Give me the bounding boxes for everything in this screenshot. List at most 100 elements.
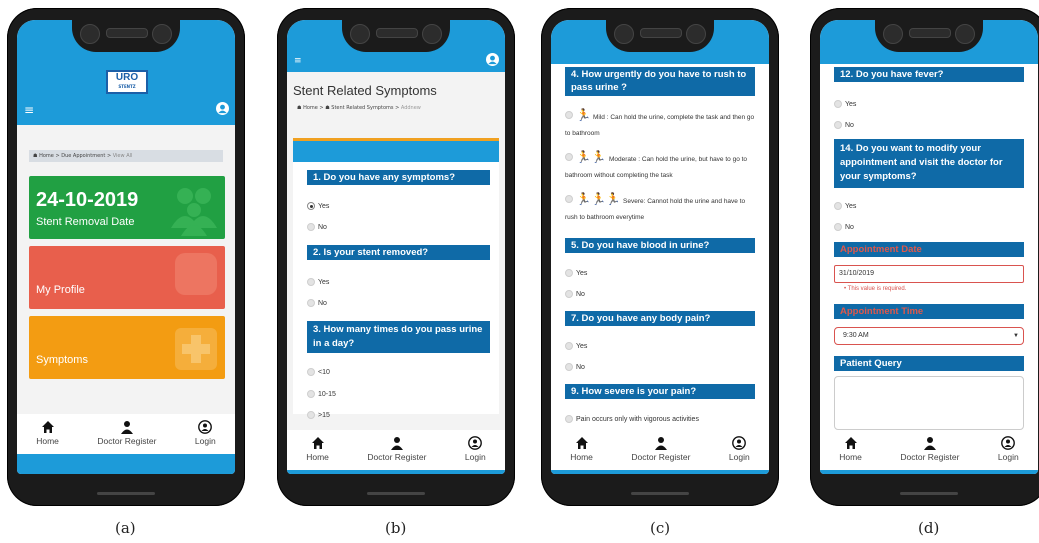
radio[interactable] bbox=[565, 269, 573, 277]
patient-query-textarea[interactable] bbox=[834, 376, 1024, 430]
phone-notch bbox=[342, 14, 450, 52]
option-gt15[interactable]: >15 bbox=[307, 411, 330, 419]
menu-icon[interactable]: ≡ bbox=[294, 55, 302, 67]
crumb-view-all: View All bbox=[112, 153, 133, 159]
nav-home[interactable]: Home bbox=[36, 420, 59, 446]
radio[interactable] bbox=[307, 411, 315, 419]
option-no-q1[interactable]: No bbox=[307, 223, 327, 231]
tile-stent-removal[interactable]: 24-10-2019 Stent Removal Date bbox=[29, 176, 225, 239]
option-no-q2[interactable]: No bbox=[307, 299, 327, 307]
radio[interactable] bbox=[834, 100, 842, 108]
camera bbox=[80, 24, 100, 44]
radio[interactable] bbox=[307, 390, 315, 398]
bottom-nav: Home Doctor Register Login bbox=[820, 430, 1038, 470]
option-label: Yes bbox=[845, 202, 857, 210]
radio[interactable] bbox=[565, 342, 573, 350]
menu-icon[interactable]: ≡ bbox=[24, 104, 34, 116]
caption-d: (d) bbox=[918, 519, 940, 537]
selected-time: 9:30 AM bbox=[843, 332, 869, 339]
nav-doctor-register[interactable]: Doctor Register bbox=[367, 436, 426, 462]
nav-doctor-register[interactable]: Doctor Register bbox=[900, 436, 959, 462]
nav-doctor-register[interactable]: Doctor Register bbox=[97, 420, 156, 446]
doctor-icon bbox=[120, 421, 133, 434]
option-yes-q5[interactable]: Yes bbox=[565, 269, 587, 277]
question-14: 14. Do you want to modify your appointme… bbox=[834, 139, 1024, 188]
option-label: No bbox=[318, 223, 327, 231]
option-label: No bbox=[576, 290, 585, 298]
phone-notch bbox=[606, 14, 714, 52]
nav-login[interactable]: Login bbox=[195, 420, 216, 446]
page-title: Stent Related Symptoms bbox=[293, 83, 437, 98]
crumb-home[interactable]: Home bbox=[39, 153, 54, 159]
bottom-bar bbox=[551, 470, 769, 474]
speaker bbox=[909, 28, 951, 38]
crumb-sep: > bbox=[106, 153, 112, 159]
option-label: Pain occurs only with vigorous activitie… bbox=[576, 415, 699, 423]
nav-home[interactable]: Home bbox=[570, 436, 593, 462]
stent-removal-date: 24-10-2019 bbox=[36, 189, 139, 211]
user-avatar-icon[interactable] bbox=[486, 53, 499, 66]
radio[interactable] bbox=[834, 223, 842, 231]
option-yes-q12[interactable]: Yes bbox=[834, 100, 856, 108]
home-indicator bbox=[631, 492, 689, 495]
appointment-time-select[interactable]: 9:30 AM ▼ bbox=[834, 327, 1024, 345]
nav-home[interactable]: Home bbox=[306, 436, 329, 462]
option-label: No bbox=[576, 363, 585, 371]
option-yes-q14[interactable]: Yes bbox=[834, 202, 856, 210]
radio[interactable] bbox=[307, 368, 315, 376]
radio[interactable] bbox=[565, 290, 573, 298]
phone-d: 12. Do you have fever? Yes No 14. Do you… bbox=[810, 8, 1039, 506]
login-user-icon bbox=[198, 420, 213, 434]
option-no-q14[interactable]: No bbox=[834, 223, 854, 231]
appointment-time-label: Appointment Time bbox=[834, 304, 1024, 319]
camera bbox=[350, 24, 370, 44]
caption-b: (b) bbox=[385, 519, 407, 537]
nav-doctor-register[interactable]: Doctor Register bbox=[631, 436, 690, 462]
option-lt10[interactable]: <10 bbox=[307, 368, 330, 376]
radio[interactable] bbox=[307, 278, 315, 286]
radio[interactable] bbox=[307, 299, 315, 307]
option-label: >15 bbox=[318, 411, 330, 419]
nav-login[interactable]: Login bbox=[998, 436, 1019, 462]
login-user-icon bbox=[732, 436, 747, 450]
group-users-icon bbox=[171, 188, 217, 236]
doctor-icon bbox=[923, 437, 936, 450]
tile-my-profile[interactable]: My Profile bbox=[29, 246, 225, 309]
nav-home[interactable]: Home bbox=[839, 436, 862, 462]
radio[interactable] bbox=[565, 415, 573, 423]
option-label: No bbox=[318, 299, 327, 307]
speaker bbox=[106, 28, 148, 38]
crumb-addnew: Addnew bbox=[400, 105, 421, 111]
option-10-15[interactable]: 10-15 bbox=[307, 390, 336, 398]
radio[interactable] bbox=[307, 223, 315, 231]
option-no-q12[interactable]: No bbox=[834, 121, 854, 129]
option-no-q7[interactable]: No bbox=[565, 363, 585, 371]
app-logo: URO STENTZ bbox=[106, 70, 148, 94]
option-label: No bbox=[845, 223, 854, 231]
crumb-home[interactable]: Home bbox=[303, 105, 318, 111]
crumb-due-appointment[interactable]: Due Appointment bbox=[61, 153, 105, 159]
option-yes-q7[interactable]: Yes bbox=[565, 342, 587, 350]
option-yes-q2[interactable]: Yes bbox=[307, 278, 329, 286]
user-avatar-icon[interactable] bbox=[216, 102, 229, 115]
screen-b: ≡ Stent Related Symptoms ☗ Home > ☗ Sten… bbox=[287, 20, 505, 474]
nav-login-label: Login bbox=[194, 436, 216, 446]
screen-d: 12. Do you have fever? Yes No 14. Do you… bbox=[820, 20, 1038, 474]
radio-selected[interactable] bbox=[307, 202, 315, 210]
home-icon bbox=[41, 421, 54, 433]
option-yes-q1[interactable]: Yes bbox=[307, 202, 329, 210]
question-2: 2. Is your stent removed? bbox=[307, 245, 490, 260]
radio[interactable] bbox=[834, 202, 842, 210]
option-pain-vigorous[interactable]: Pain occurs only with vigorous activitie… bbox=[565, 415, 699, 423]
radio[interactable] bbox=[565, 363, 573, 371]
nav-login[interactable]: Login bbox=[465, 436, 486, 462]
speaker bbox=[376, 28, 418, 38]
crumb-stent-symptoms[interactable]: Stent Related Symptoms bbox=[331, 105, 393, 111]
option-no-q5[interactable]: No bbox=[565, 290, 585, 298]
nav-home-label: Home bbox=[306, 452, 329, 462]
tile-symptoms[interactable]: Symptoms bbox=[29, 316, 225, 379]
radio[interactable] bbox=[834, 121, 842, 129]
nav-login[interactable]: Login bbox=[729, 436, 750, 462]
appointment-date-input[interactable]: 31/10/2019 bbox=[834, 265, 1024, 283]
breadcrumb: ☗ Home > ☗ Stent Related Symptoms > Addn… bbox=[297, 105, 421, 111]
